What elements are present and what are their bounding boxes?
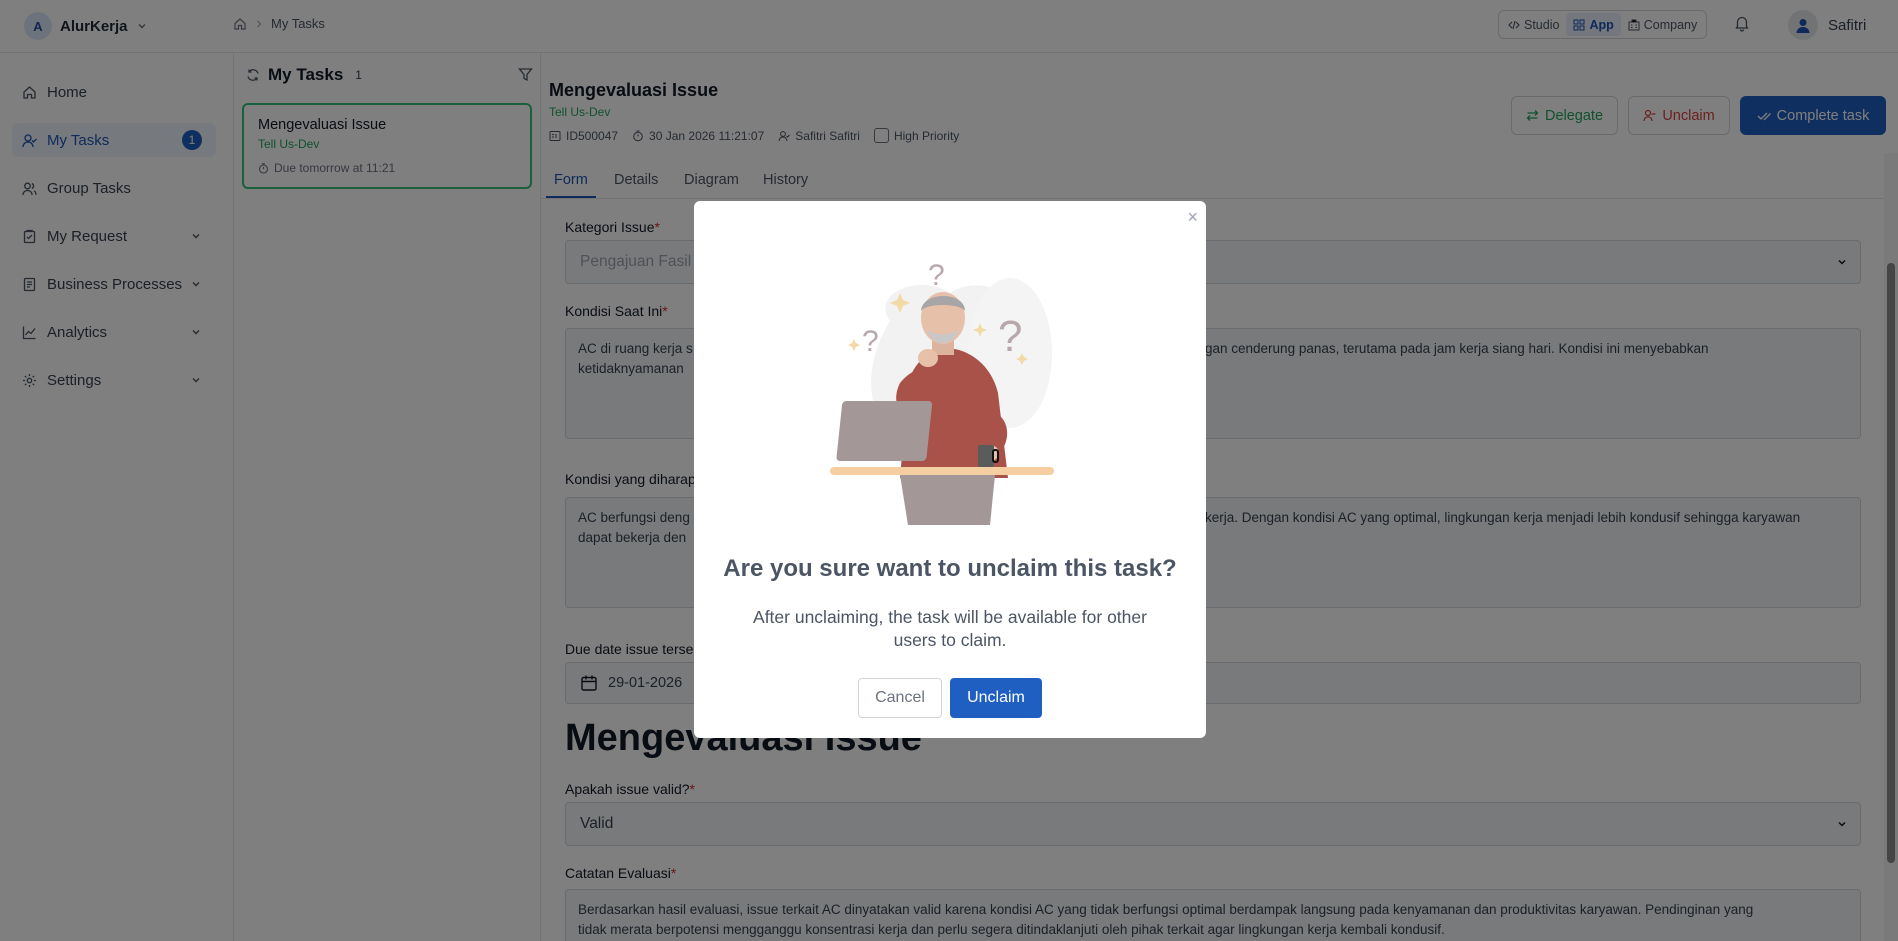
unclaim-confirm-dialog: × ? ? ? Are you sure want to unclaim thi… <box>694 201 1206 738</box>
thinking-person-illustration: ? ? ? <box>830 253 1070 525</box>
confirm-unclaim-button[interactable]: Unclaim <box>950 678 1042 718</box>
modal-description: After unclaiming, the task will be avail… <box>753 607 1147 650</box>
cancel-button[interactable]: Cancel <box>858 678 942 718</box>
svg-text:?: ? <box>862 325 879 358</box>
close-icon[interactable]: × <box>1187 207 1198 228</box>
svg-text:?: ? <box>998 312 1022 361</box>
modal-title: Are you sure want to unclaim this task? <box>723 555 1177 582</box>
svg-text:?: ? <box>928 259 945 292</box>
